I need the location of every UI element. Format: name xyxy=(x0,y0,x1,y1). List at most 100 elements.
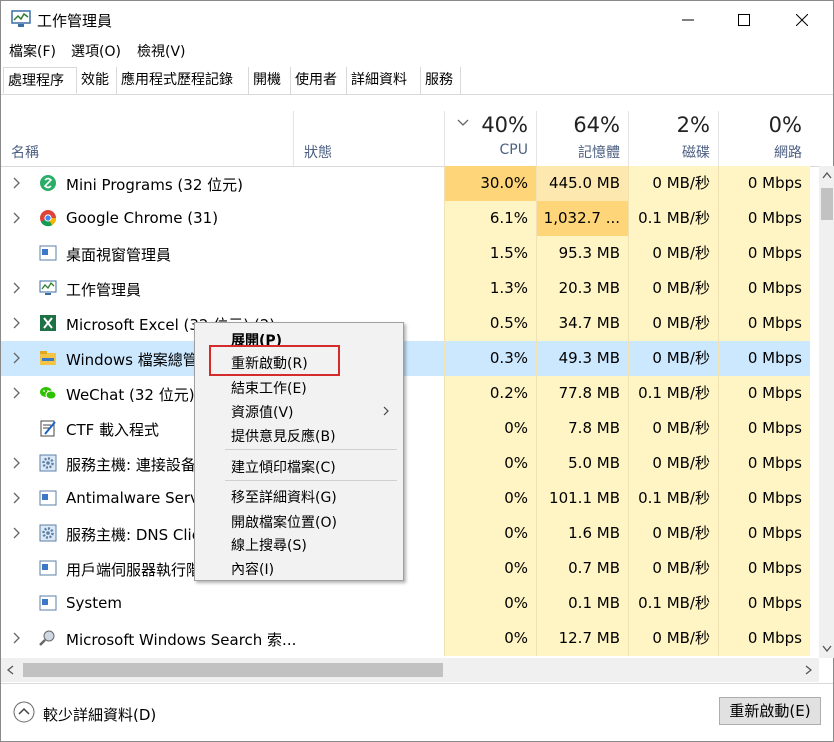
horizontal-scrollbar[interactable] xyxy=(1,658,819,682)
column-network[interactable]: 0% 網路 xyxy=(718,111,810,166)
table-row[interactable]: Microsoft Windows Search 索... 0% 12.7 MB… xyxy=(1,621,819,656)
minimize-button[interactable] xyxy=(665,1,711,39)
vertical-scroll-thumb[interactable] xyxy=(821,188,833,220)
title-bar[interactable]: 工作管理員 xyxy=(1,1,833,39)
scroll-left-icon[interactable] xyxy=(7,665,14,675)
disk-cell: 0 MB/秒 xyxy=(628,341,718,376)
chevron-right-icon[interactable] xyxy=(11,456,23,470)
menu-item-resource-values[interactable]: 資源值(V) xyxy=(231,402,294,422)
tab-startup[interactable]: 開機 xyxy=(249,67,291,94)
tab-app-history[interactable]: 應用程式歷程記錄 xyxy=(117,67,249,94)
table-row[interactable]: 工作管理員 1.3% 20.3 MB 0 MB/秒 0 Mbps xyxy=(1,271,819,306)
close-icon xyxy=(796,14,808,26)
process-name-cell: System xyxy=(1,586,444,621)
chevron-right-icon[interactable] xyxy=(11,316,23,330)
table-row[interactable]: 用戶端伺服器執行階 0% 0.7 MB 0 MB/秒 0 Mbps xyxy=(1,551,819,586)
column-cpu[interactable]: 40% CPU xyxy=(444,111,536,166)
cpu-cell: 0.3% xyxy=(444,341,536,376)
column-status: 狀態 xyxy=(304,145,332,161)
table-row[interactable]: 服務主機: DNS Clie 0% 1.6 MB 0 MB/秒 0 Mbps xyxy=(1,516,819,551)
window-app-icon xyxy=(39,245,57,261)
network-cell: 0 Mbps xyxy=(718,586,810,621)
column-name[interactable]: 名稱 xyxy=(11,142,39,162)
network-cell: 0 Mbps xyxy=(718,236,810,271)
menu-bar: 檔案(F) 選項(O) 檢視(V) xyxy=(1,39,833,63)
task-manager-icon xyxy=(11,10,31,27)
file-explorer-icon xyxy=(40,351,56,365)
tab-performance[interactable]: 效能 xyxy=(77,67,117,94)
chevron-right-icon[interactable] xyxy=(11,386,23,400)
chevron-right-icon[interactable] xyxy=(11,491,23,505)
table-row[interactable]: Google Chrome (31) 6.1% 1,032.7 ... 0.1 … xyxy=(1,201,819,236)
menu-options[interactable]: 選項(O) xyxy=(71,41,121,61)
memory-cell: 95.3 MB xyxy=(536,236,628,271)
chevron-right-icon[interactable] xyxy=(11,211,23,225)
tab-users[interactable]: 使用者 xyxy=(291,67,347,94)
chrome-icon xyxy=(40,210,57,227)
column-disk[interactable]: 2% 磁碟 xyxy=(628,111,718,166)
menu-item-create-dump[interactable]: 建立傾印檔案(C) xyxy=(231,457,336,477)
table-row[interactable]: Mini Programs (32 位元) 30.0% 445.0 MB 0 M… xyxy=(1,166,819,201)
cpu-cell: 0% xyxy=(444,481,536,516)
table-row[interactable]: CTF 載入程式 0% 7.8 MB 0 MB/秒 0 Mbps xyxy=(1,411,819,446)
chevron-right-icon[interactable] xyxy=(11,526,23,540)
memory-total: 64% xyxy=(573,113,620,137)
table-row-selected[interactable]: Windows 檔案總管 0.3% 49.3 MB 0 MB/秒 0 Mbps xyxy=(1,341,819,376)
memory-cell: 0.7 MB xyxy=(536,551,628,586)
network-cell: 0 Mbps xyxy=(718,271,810,306)
maximize-icon xyxy=(738,14,750,26)
disk-cell: 0 MB/秒 xyxy=(628,621,718,656)
disk-cell: 0.1 MB/秒 xyxy=(628,376,718,411)
footer-bar: 較少詳細資料(D) 重新啟動(E) xyxy=(1,683,833,742)
memory-cell: 1,032.7 ... xyxy=(536,201,628,236)
table-row[interactable]: Antimalware Servi 0% 101.1 MB 0.1 MB/秒 0… xyxy=(1,481,819,516)
menu-view[interactable]: 檢視(V) xyxy=(137,41,186,61)
tab-bar: 處理程序 效能 應用程式歷程記錄 開機 使用者 詳細資料 服務 xyxy=(1,67,833,95)
horizontal-scroll-thumb[interactable] xyxy=(23,663,443,677)
vertical-scrollbar[interactable] xyxy=(819,166,834,658)
scroll-right-icon[interactable] xyxy=(805,665,812,675)
menu-item-open-file-location[interactable]: 開啟檔案位置(O) xyxy=(231,512,337,532)
restart-button[interactable]: 重新啟動(E) xyxy=(719,697,821,725)
menu-file[interactable]: 檔案(F) xyxy=(9,41,56,61)
collapse-circle-icon[interactable] xyxy=(13,701,35,723)
network-cell: 0 Mbps xyxy=(718,201,810,236)
task-manager-window: 工作管理員 檔案(F) 選項(O) 檢視(V) 處理程序 效能 應用程式歷程記錄… xyxy=(0,0,834,742)
process-name-cell: Mini Programs (32 位元) xyxy=(1,166,444,201)
scroll-up-icon[interactable] xyxy=(822,172,832,179)
memory-cell: 0.1 MB xyxy=(536,586,628,621)
chevron-right-icon[interactable] xyxy=(11,281,23,295)
tab-details[interactable]: 詳細資料 xyxy=(347,67,421,94)
memory-cell: 101.1 MB xyxy=(536,481,628,516)
close-button[interactable] xyxy=(779,1,825,39)
cpu-cell: 0% xyxy=(444,411,536,446)
menu-item-go-to-details[interactable]: 移至詳細資料(G) xyxy=(231,487,337,507)
mini-programs-icon xyxy=(40,175,56,191)
tab-services[interactable]: 服務 xyxy=(421,67,461,94)
chevron-right-icon[interactable] xyxy=(11,176,23,190)
restart-highlight-box xyxy=(209,345,340,376)
table-row[interactable]: System 0% 0.1 MB 0.1 MB/秒 0 Mbps xyxy=(1,586,819,621)
disk-cell: 0 MB/秒 xyxy=(628,271,718,306)
table-row[interactable]: 桌面視窗管理員 1.5% 95.3 MB 0 MB/秒 0 Mbps xyxy=(1,236,819,271)
process-name: Windows 檔案總管 xyxy=(66,351,198,369)
table-row[interactable]: WeChat (32 位元) ( 0.2% 77.8 MB 0.1 MB/秒 0… xyxy=(1,376,819,411)
table-row[interactable]: 服務主機: 連接設备 0% 5.0 MB 0 MB/秒 0 Mbps xyxy=(1,446,819,481)
tab-processes[interactable]: 處理程序 xyxy=(3,67,77,94)
menu-item-feedback[interactable]: 提供意見反應(B) xyxy=(231,426,336,446)
chevron-right-icon[interactable] xyxy=(11,631,23,645)
task-manager-icon xyxy=(39,280,57,295)
process-name: Antimalware Servi xyxy=(66,489,204,507)
menu-item-end-task[interactable]: 結束工作(E) xyxy=(231,378,307,398)
maximize-button[interactable] xyxy=(721,1,767,39)
service-gear-icon xyxy=(39,524,57,542)
table-row[interactable]: Microsoft Excel (32 位元) (2) 0.5% 34.7 MB… xyxy=(1,306,819,341)
column-memory[interactable]: 64% 記憶體 xyxy=(536,111,628,166)
fewer-details-link[interactable]: 較少詳細資料(D) xyxy=(43,704,156,725)
column-status-area[interactable]: 狀態 xyxy=(293,111,445,166)
chevron-right-icon[interactable] xyxy=(11,351,23,365)
cpu-cell: 6.1% xyxy=(444,201,536,236)
menu-item-properties[interactable]: 內容(I) xyxy=(231,559,274,579)
scroll-down-icon[interactable] xyxy=(822,645,832,652)
menu-item-search-online[interactable]: 線上搜尋(S) xyxy=(231,535,307,555)
